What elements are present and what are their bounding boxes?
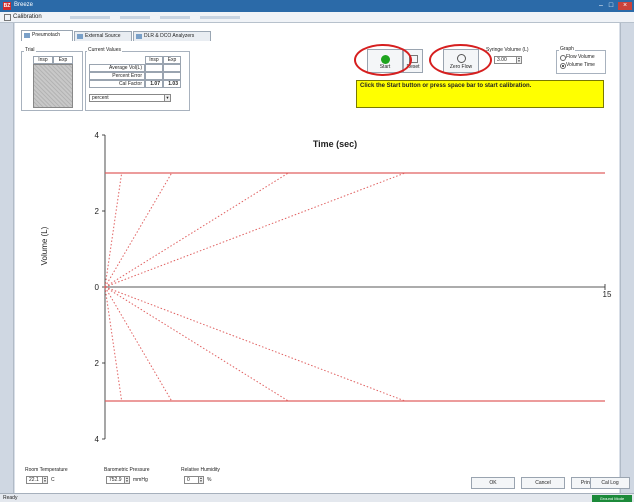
average-vol-insp: [145, 64, 163, 72]
volume-trace: [104, 172, 406, 288]
tab-label: Pneumotach: [32, 32, 61, 38]
status-bar: Ready Ground Mode: [0, 493, 634, 502]
menu-placeholder: [160, 16, 190, 19]
start-highlight-circle: [354, 44, 412, 76]
radio-label: Volume Time: [566, 62, 595, 68]
chevron-down-icon: ▼: [164, 95, 170, 101]
percent-error-exp: [163, 72, 181, 80]
y-tick-label: 0: [95, 283, 100, 292]
analyzer-icon: [136, 34, 142, 39]
volume-trace: [104, 172, 173, 288]
row-label-cal-factor: Cal Factor: [89, 80, 145, 88]
volume-trace: [104, 172, 123, 288]
cal-factor-insp: 1.07: [145, 80, 163, 88]
graph-options-label: Graph: [559, 46, 575, 52]
average-vol-exp: [163, 64, 181, 72]
close-icon[interactable]: ×: [618, 2, 632, 10]
left-gutter: [0, 23, 14, 493]
menu-placeholder: [120, 16, 150, 19]
volume-trace: [104, 172, 289, 288]
units-select-value: percent: [92, 95, 109, 101]
tab-analyzers[interactable]: DLR & DCO Analyzers: [133, 31, 211, 41]
room-temperature-field[interactable]: 22.1 ▲ ▼: [26, 476, 48, 484]
window-title: Breeze: [14, 2, 34, 8]
right-gutter: [620, 23, 634, 493]
status-text: Ready: [3, 495, 18, 501]
chart-title: Time (sec): [313, 139, 357, 149]
calibration-label: Calibration: [13, 14, 42, 20]
spin-arrows-icon[interactable]: ▲ ▼: [198, 477, 203, 483]
volume-trace: [104, 286, 406, 402]
relative-humidity-unit: %: [207, 477, 212, 483]
room-temperature-value: 22.1: [29, 477, 39, 483]
syringe-volume-value: 3.00: [497, 57, 507, 63]
volume-time-radio[interactable]: Volume Time: [560, 62, 595, 69]
syringe-volume-field[interactable]: 3.00 ▲ ▼: [494, 56, 522, 64]
syringe-volume-label: Syringe Volume (L): [486, 47, 529, 53]
radio-label: Flow Volume: [566, 54, 595, 60]
current-insp-header: Insp: [145, 56, 163, 64]
external-source-icon: [77, 34, 83, 39]
units-select[interactable]: percent ▼: [89, 94, 171, 102]
cal-log-button[interactable]: Cal Log: [590, 477, 630, 489]
room-temperature-label: Room Temperature: [25, 467, 68, 473]
y-axis-label: Volume (L): [40, 226, 49, 266]
app-logo: BZ: [3, 2, 11, 10]
trial-label: Trial: [24, 47, 36, 53]
maximize-icon[interactable]: □: [606, 2, 616, 10]
calibration-menubar: Calibration: [0, 12, 634, 23]
relative-humidity-value: 0: [187, 477, 190, 483]
ok-button[interactable]: OK: [471, 477, 515, 489]
cancel-button[interactable]: Cancel: [521, 477, 565, 489]
x-tick-label: 15: [603, 290, 612, 299]
percent-error-insp: [145, 72, 163, 80]
minimize-icon[interactable]: –: [596, 2, 606, 10]
volume-trace: [104, 286, 123, 402]
volume-trace: [104, 286, 173, 402]
trial-exp-header: Exp: [53, 56, 73, 64]
row-label-percent-error: Percent Error: [89, 72, 145, 80]
y-tick-label: 2: [95, 359, 100, 368]
y-tick-label: 2: [95, 207, 100, 216]
room-temperature-unit: C: [51, 477, 55, 483]
spin-arrows-icon[interactable]: ▲ ▼: [124, 477, 129, 483]
pneumotach-icon: [24, 33, 30, 38]
calibration-panel: Pneumotach External Source DLR & DCO Ana…: [15, 23, 619, 493]
menu-placeholder: [70, 16, 110, 19]
status-badge: Ground Mode: [592, 495, 632, 502]
instruction-message: Click the Start button or press space ba…: [356, 80, 604, 108]
current-values-label: Current Values: [87, 47, 122, 53]
barometric-pressure-label: Barometric Pressure: [104, 467, 150, 473]
trial-insp-header: Insp: [33, 56, 53, 64]
relative-humidity-field[interactable]: 0 ▲ ▼: [184, 476, 204, 484]
cal-factor-exp: 1.03: [163, 80, 181, 88]
current-exp-header: Exp: [163, 56, 181, 64]
spin-arrows-icon[interactable]: ▲ ▼: [516, 57, 521, 63]
calibration-window-icon: [4, 14, 11, 21]
relative-humidity-label: Relative Humidity: [181, 467, 220, 473]
volume-trace: [104, 286, 289, 402]
flow-volume-radio[interactable]: Flow Volume: [560, 54, 595, 61]
tab-label: DLR & DCO Analyzers: [144, 33, 195, 39]
barometric-pressure-unit: mmHg: [133, 477, 148, 483]
tab-pneumotach[interactable]: Pneumotach: [21, 30, 73, 41]
title-bar: BZ Breeze – □ ×: [0, 0, 634, 12]
volume-time-chart: 4 2 0 2 4 15 Time (sec): [95, 131, 612, 444]
spin-arrows-icon[interactable]: ▲ ▼: [42, 477, 47, 483]
barometric-pressure-field[interactable]: 752.9 ▲ ▼: [106, 476, 130, 484]
tab-label: External Source: [85, 33, 121, 39]
y-tick-label: 4: [95, 131, 100, 140]
zero-flow-highlight-circle: [429, 44, 492, 76]
y-tick-label: 4: [95, 435, 100, 444]
menu-placeholder: [200, 16, 240, 19]
tab-external-source[interactable]: External Source: [74, 31, 132, 41]
row-label-average-vol: Average Vol(L): [89, 64, 145, 72]
barometric-pressure-value: 752.9: [109, 477, 122, 483]
trial-grid: [33, 64, 73, 108]
